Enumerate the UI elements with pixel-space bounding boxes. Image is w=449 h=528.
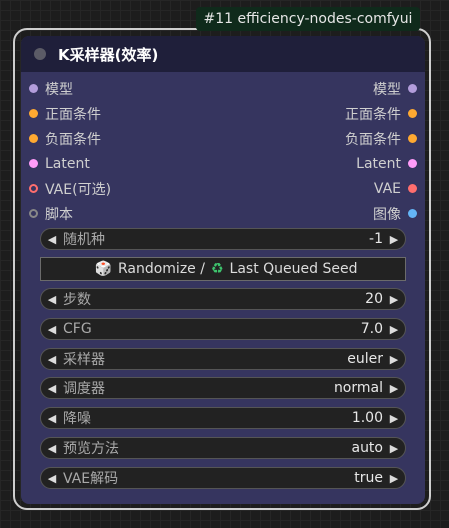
decrement-arrow-icon[interactable]: ◀ bbox=[41, 382, 63, 395]
dice-icon: 🎲 bbox=[94, 261, 112, 277]
slot-row-positive: 正面条件 正面条件 bbox=[21, 101, 425, 126]
slot-row-model: 模型 模型 bbox=[21, 76, 425, 101]
output-label-vae: VAE bbox=[373, 180, 401, 197]
output-vae-dot-icon[interactable] bbox=[408, 184, 417, 193]
output-label-image: 图像 bbox=[373, 206, 401, 223]
widget-label: 预览方法 bbox=[63, 441, 119, 457]
node-title: K采样器(效率) bbox=[58, 45, 159, 64]
output-model-dot-icon[interactable] bbox=[408, 84, 417, 93]
seed-widget[interactable]: ◀ 随机种 -1 ▶ bbox=[40, 228, 406, 250]
output-image-dot-icon[interactable] bbox=[408, 209, 417, 218]
increment-arrow-icon[interactable]: ▶ bbox=[383, 442, 405, 455]
increment-arrow-icon[interactable]: ▶ bbox=[383, 353, 405, 366]
increment-arrow-icon[interactable]: ▶ bbox=[383, 233, 405, 246]
slot-row-negative: 负面条件 负面条件 bbox=[21, 126, 425, 151]
output-label-latent: Latent bbox=[356, 155, 401, 172]
input-label-positive: 正面条件 bbox=[45, 106, 101, 123]
input-script-dot-icon[interactable] bbox=[29, 209, 38, 218]
steps-widget[interactable]: ◀ 步数 20 ▶ bbox=[40, 288, 406, 310]
output-positive-dot-icon[interactable] bbox=[408, 109, 417, 118]
widget-value: normal bbox=[333, 380, 383, 396]
sampler-widget[interactable]: ◀ 采样器 euler ▶ bbox=[40, 348, 406, 370]
input-negative-dot-icon[interactable] bbox=[29, 134, 38, 143]
vae-decode-widget[interactable]: ◀ VAE解码 true ▶ bbox=[40, 467, 406, 489]
widget-value: 7.0 bbox=[360, 321, 383, 337]
recycle-icon: ♻ bbox=[210, 261, 224, 277]
cfg-widget[interactable]: ◀ CFG 7.0 ▶ bbox=[40, 318, 406, 340]
collapse-dot-icon[interactable] bbox=[34, 48, 46, 60]
output-label-positive: 正面条件 bbox=[345, 106, 401, 123]
widget-label: 调度器 bbox=[63, 381, 105, 397]
output-label-negative: 负面条件 bbox=[345, 131, 401, 148]
input-model-dot-icon[interactable] bbox=[29, 84, 38, 93]
input-label-negative: 负面条件 bbox=[45, 131, 101, 148]
input-label-latent: Latent bbox=[45, 155, 90, 172]
widget-value: 1.00 bbox=[351, 410, 383, 426]
input-positive-dot-icon[interactable] bbox=[29, 109, 38, 118]
decrement-arrow-icon[interactable]: ◀ bbox=[41, 353, 63, 366]
output-negative-dot-icon[interactable] bbox=[408, 134, 417, 143]
widget-value: true bbox=[354, 470, 383, 486]
preview-method-widget[interactable]: ◀ 预览方法 auto ▶ bbox=[40, 437, 406, 459]
widget-value: -1 bbox=[369, 231, 383, 247]
scheduler-widget[interactable]: ◀ 调度器 normal ▶ bbox=[40, 377, 406, 399]
decrement-arrow-icon[interactable]: ◀ bbox=[41, 233, 63, 246]
randomize-seed-button[interactable]: 🎲 Randomize / ♻ Last Queued Seed bbox=[40, 257, 406, 281]
widget-value: 20 bbox=[365, 291, 383, 307]
decrement-arrow-icon[interactable]: ◀ bbox=[41, 323, 63, 336]
ksampler-efficient-node[interactable]: K采样器(效率) 模型 模型 正面条件 正面条件 负面条件 负面条件 Laten… bbox=[21, 36, 425, 504]
randomize-label: Randomize / bbox=[117, 261, 205, 277]
output-label-model: 模型 bbox=[373, 81, 401, 98]
input-label-vae: VAE(可选) bbox=[45, 181, 112, 198]
increment-arrow-icon[interactable]: ▶ bbox=[383, 412, 405, 425]
increment-arrow-icon[interactable]: ▶ bbox=[383, 382, 405, 395]
decrement-arrow-icon[interactable]: ◀ bbox=[41, 442, 63, 455]
widget-label: 随机种 bbox=[63, 232, 105, 248]
widget-label: CFG bbox=[63, 321, 92, 337]
widget-value: euler bbox=[347, 351, 383, 367]
node-id-badge: #11 efficiency-nodes-comfyui bbox=[196, 7, 420, 31]
slot-row-script-image: 脚本 图像 bbox=[21, 201, 425, 226]
decrement-arrow-icon[interactable]: ◀ bbox=[41, 412, 63, 425]
node-title-bar[interactable]: K采样器(效率) bbox=[21, 36, 425, 72]
increment-arrow-icon[interactable]: ▶ bbox=[383, 472, 405, 485]
output-latent-dot-icon[interactable] bbox=[408, 159, 417, 168]
slot-row-latent: Latent Latent bbox=[21, 151, 425, 176]
slot-row-vae: VAE(可选) VAE bbox=[21, 176, 425, 201]
increment-arrow-icon[interactable]: ▶ bbox=[383, 293, 405, 306]
last-queued-seed-label: Last Queued Seed bbox=[229, 261, 358, 277]
input-latent-dot-icon[interactable] bbox=[29, 159, 38, 168]
widget-value: auto bbox=[351, 440, 383, 456]
decrement-arrow-icon[interactable]: ◀ bbox=[41, 472, 63, 485]
denoise-widget[interactable]: ◀ 降噪 1.00 ▶ bbox=[40, 407, 406, 429]
input-vae-optional-dot-icon[interactable] bbox=[29, 184, 38, 193]
widget-label: VAE解码 bbox=[63, 471, 119, 487]
widget-label: 采样器 bbox=[63, 352, 105, 368]
widget-label: 降噪 bbox=[63, 411, 91, 427]
input-label-model: 模型 bbox=[45, 81, 73, 98]
widget-label: 步数 bbox=[63, 292, 91, 308]
increment-arrow-icon[interactable]: ▶ bbox=[383, 323, 405, 336]
input-label-script: 脚本 bbox=[45, 206, 73, 223]
decrement-arrow-icon[interactable]: ◀ bbox=[41, 293, 63, 306]
